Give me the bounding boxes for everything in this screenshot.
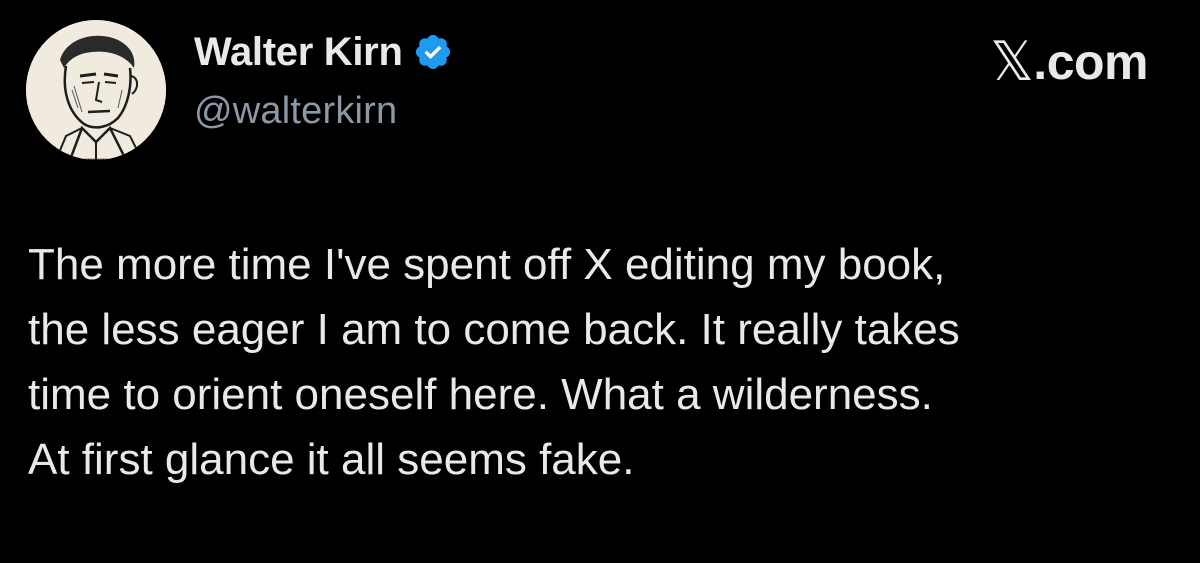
avatar[interactable] xyxy=(26,20,166,160)
portrait-sketch-icon xyxy=(26,20,166,160)
x-logo-icon: 𝕏 xyxy=(990,30,1034,93)
display-name[interactable]: Walter Kirn xyxy=(194,30,403,75)
brand-logo: 𝕏 .com xyxy=(990,30,1148,93)
user-handle[interactable]: @walterkirn xyxy=(194,90,453,133)
tweet-text: The more time I've spent off X editing m… xyxy=(28,240,960,484)
name-row: Walter Kirn xyxy=(194,26,453,78)
verified-badge-icon xyxy=(413,32,453,72)
author-block: Walter Kirn @walterkirn xyxy=(194,26,453,133)
tweet-card: Walter Kirn @walterkirn 𝕏 .com The more … xyxy=(0,0,1200,563)
brand-domain: .com xyxy=(1033,33,1148,90)
